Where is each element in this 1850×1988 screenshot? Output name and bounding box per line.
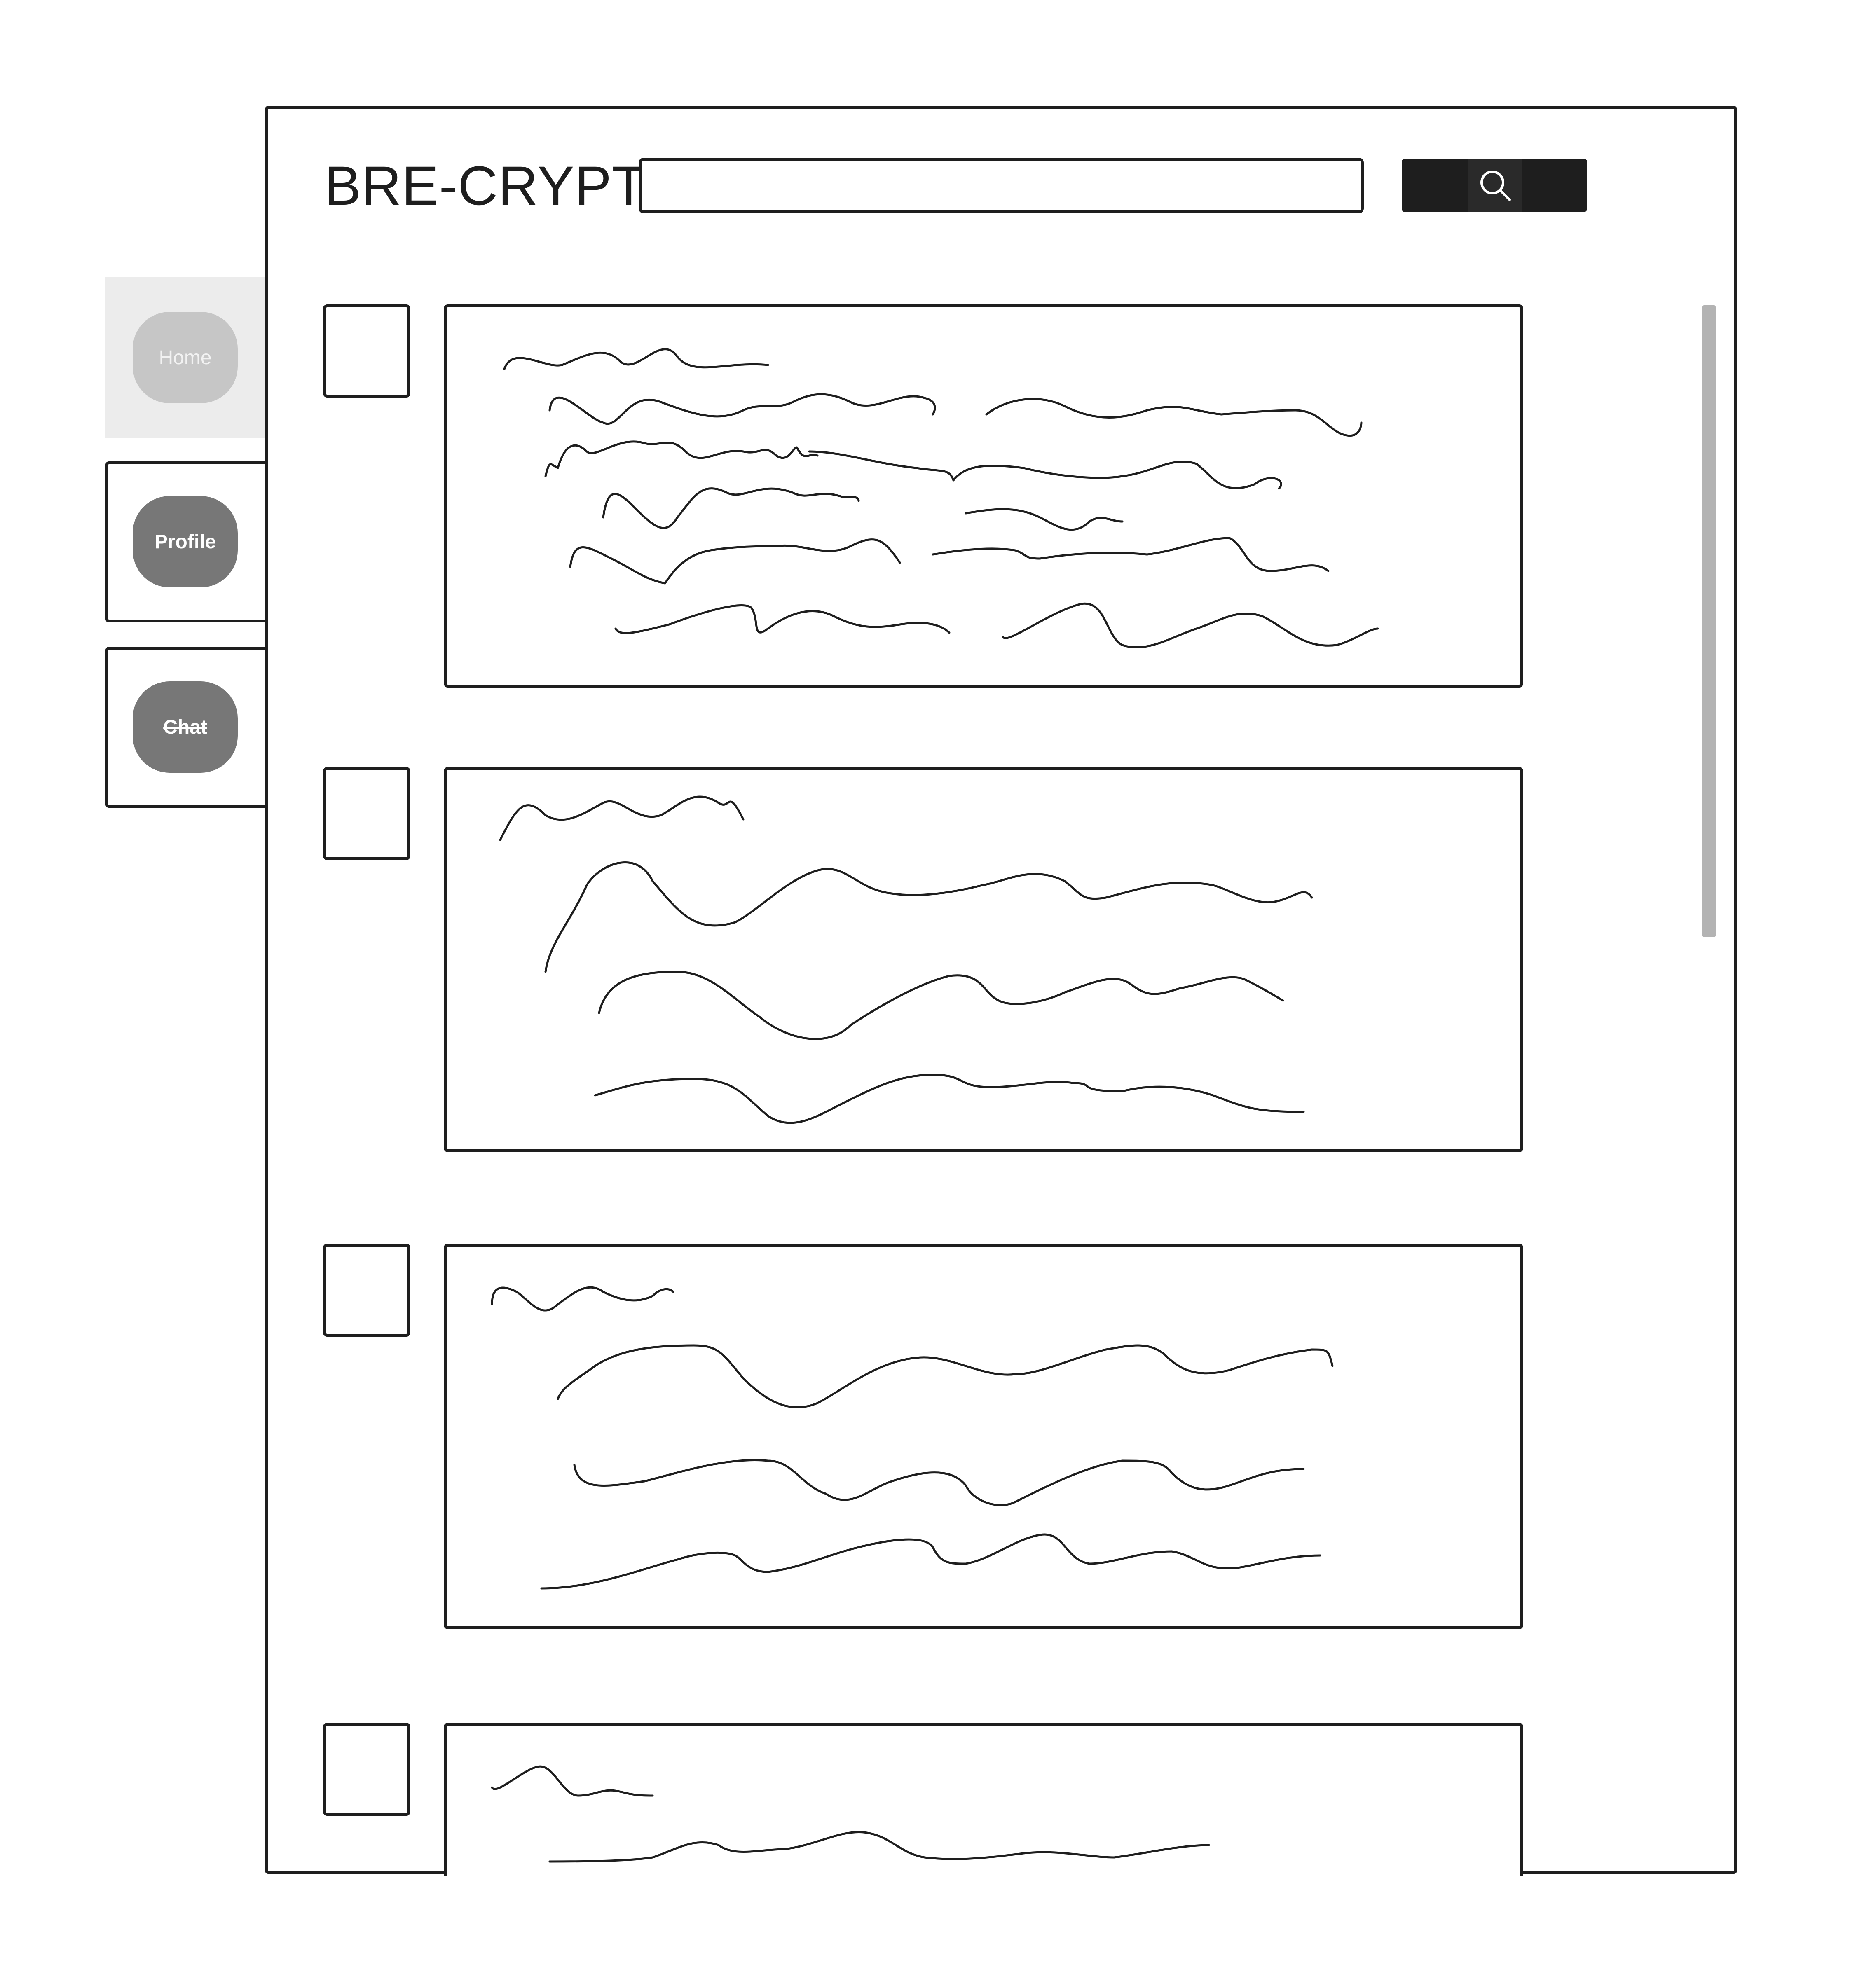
sidebar-item-home[interactable]: Home <box>105 277 265 438</box>
sidebar-item-profile[interactable]: Profile <box>105 461 265 622</box>
post-checkbox[interactable] <box>323 304 410 398</box>
post-card[interactable] <box>444 767 1523 1152</box>
post-checkbox[interactable] <box>323 1244 410 1337</box>
post-card[interactable] <box>444 1723 1523 1876</box>
sidebar-item-label: Profile <box>133 496 238 587</box>
post-checkbox[interactable] <box>323 767 410 860</box>
scrollbar-thumb[interactable] <box>1702 305 1716 937</box>
post-checkbox[interactable] <box>323 1723 410 1816</box>
sidebar-item-label: Home <box>133 312 238 403</box>
post-card[interactable] <box>444 304 1523 688</box>
post-text-placeholder <box>503 348 1379 648</box>
post-text-placeholder <box>491 1286 1334 1590</box>
sidebar-item-chat[interactable]: Chat <box>105 647 265 808</box>
post-text-placeholder <box>491 1765 1210 1863</box>
post-text-placeholder <box>499 795 1313 1124</box>
search-input[interactable] <box>639 158 1364 213</box>
post-card[interactable] <box>444 1244 1523 1629</box>
search-button[interactable] <box>1402 159 1587 212</box>
search-icon <box>1468 159 1522 212</box>
app-logo: BRE-CRYPT <box>324 155 646 217</box>
sidebar-item-label: Chat <box>133 681 238 773</box>
